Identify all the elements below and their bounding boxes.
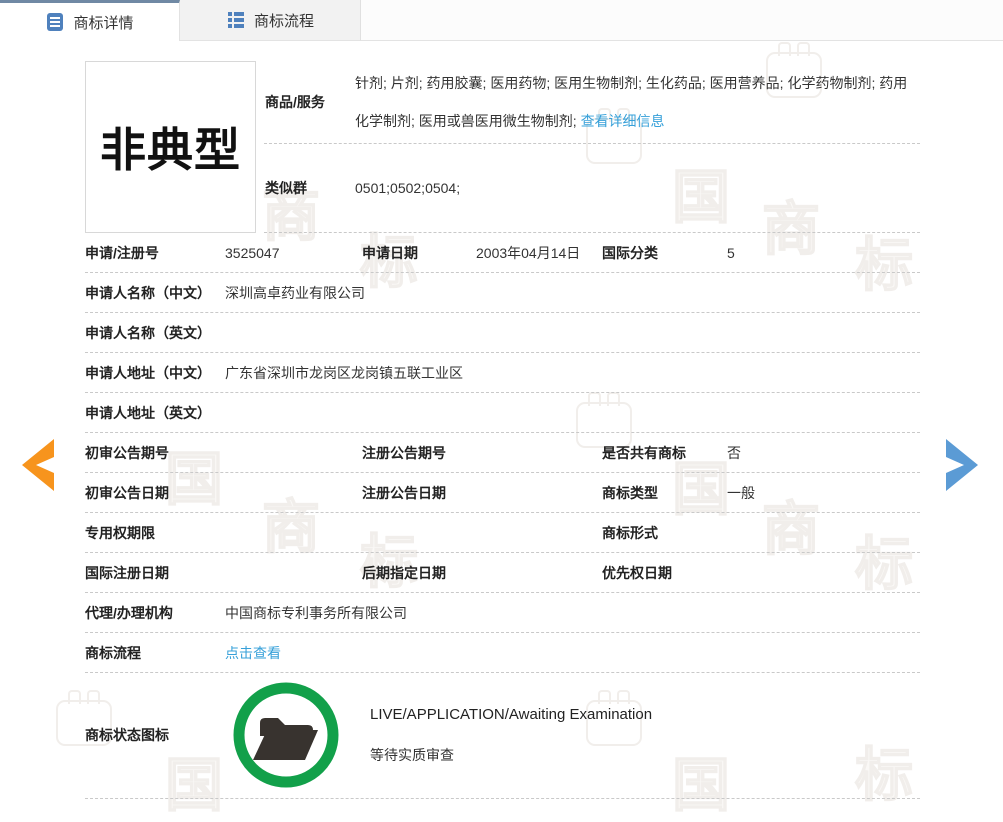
status-text-block: LIVE/APPLICATION/Awaiting Examination 等待… bbox=[370, 706, 652, 765]
field-label: 国际分类 bbox=[602, 243, 727, 263]
click-to-view-link[interactable]: 点击查看 bbox=[225, 643, 281, 663]
tab-trademark-detail[interactable]: 商标详情 bbox=[0, 0, 180, 41]
similar-group-row: 类似群 0501;0502;0504; bbox=[264, 144, 920, 233]
field-label: 初审公告日期 bbox=[85, 483, 225, 503]
trademark-image-text: 非典型 bbox=[100, 114, 241, 180]
tab-trademark-process[interactable]: 商标流程 bbox=[180, 0, 361, 41]
document-icon bbox=[45, 12, 65, 32]
field-value: 一般 bbox=[727, 483, 755, 503]
field-value: 3525047 bbox=[225, 245, 280, 261]
status-line-chinese: 等待实质审查 bbox=[370, 745, 652, 765]
trademark-status-folder-icon bbox=[230, 679, 342, 791]
table-row-exclusive-period: 专用权期限 商标形式 bbox=[85, 513, 920, 553]
tab-bar-filler bbox=[361, 0, 1003, 41]
goods-services-value: 针剂; 片剂; 药用胶囊; 医用药物; 医用生物制剂; 生化药品; 医用营养品;… bbox=[355, 64, 920, 140]
field-label: 申请人地址（英文） bbox=[85, 403, 225, 423]
tab-label: 商标详情 bbox=[73, 12, 133, 33]
table-row-registration: 申请/注册号 3525047 申请日期 2003年04月14日 国际分类 5 bbox=[85, 233, 920, 273]
field-label: 申请人名称（中文） bbox=[85, 283, 225, 303]
table-row-announcement-no: 初审公告期号 注册公告期号 是否共有商标 否 bbox=[85, 433, 920, 473]
field-value: 2003年04月14日 bbox=[476, 243, 580, 263]
field-label: 商标形式 bbox=[602, 523, 727, 543]
field-label: 优先权日期 bbox=[602, 563, 727, 583]
field-label: 商标流程 bbox=[85, 643, 225, 663]
field-label: 代理/办理机构 bbox=[85, 603, 225, 623]
previous-arrow-button[interactable] bbox=[18, 438, 56, 497]
field-value: 5 bbox=[727, 245, 735, 261]
field-label: 申请/注册号 bbox=[85, 243, 225, 263]
table-row-process: 商标流程 点击查看 bbox=[85, 633, 920, 673]
field-label: 申请人地址（中文） bbox=[85, 363, 225, 383]
field-value: 中国商标专利事务所有限公司 bbox=[225, 603, 407, 623]
field-label: 类似群 bbox=[265, 178, 355, 198]
trademark-image: 非典型 bbox=[85, 61, 256, 233]
field-value: 否 bbox=[727, 443, 741, 463]
tab-label: 商标流程 bbox=[254, 10, 314, 31]
goods-services-row: 商品/服务 针剂; 片剂; 药用胶囊; 医用药物; 医用生物制剂; 生化药品; … bbox=[264, 61, 920, 144]
view-details-link[interactable]: 查看详细信息 bbox=[581, 113, 665, 129]
field-label: 后期指定日期 bbox=[362, 563, 476, 583]
field-label: 申请日期 bbox=[362, 243, 476, 263]
field-label: 国际注册日期 bbox=[85, 563, 225, 583]
table-row-address-en: 申请人地址（英文） bbox=[85, 393, 920, 433]
tab-bar: 商标详情 商标流程 bbox=[0, 0, 1003, 41]
top-section: 非典型 商品/服务 针剂; 片剂; 药用胶囊; 医用药物; 医用生物制剂; 生化… bbox=[85, 61, 920, 233]
field-label: 申请人名称（英文） bbox=[85, 323, 225, 343]
field-label: 商标状态图标 bbox=[85, 725, 230, 745]
table-row-applicant-cn: 申请人名称（中文） 深圳高卓药业有限公司 bbox=[85, 273, 920, 313]
trademark-detail-panel: 非典型 商品/服务 针剂; 片剂; 药用胶囊; 医用药物; 医用生物制剂; 生化… bbox=[0, 41, 1003, 799]
table-row-announcement-date: 初审公告日期 注册公告日期 商标类型 一般 bbox=[85, 473, 920, 513]
list-icon bbox=[226, 10, 246, 30]
status-row: 商标状态图标 LIVE/APPLICATION/Awaiting Examina… bbox=[85, 673, 920, 799]
table-row-address-cn: 申请人地址（中文） 广东省深圳市龙岗区龙岗镇五联工业区 bbox=[85, 353, 920, 393]
table-row-applicant-en: 申请人名称（英文） bbox=[85, 313, 920, 353]
field-label: 初审公告期号 bbox=[85, 443, 225, 463]
field-value: 深圳高卓药业有限公司 bbox=[225, 283, 365, 303]
field-label: 商品/服务 bbox=[265, 92, 355, 112]
field-label: 商标类型 bbox=[602, 483, 727, 503]
top-right-fields: 商品/服务 针剂; 片剂; 药用胶囊; 医用药物; 医用生物制剂; 生化药品; … bbox=[264, 61, 920, 233]
similar-group-value: 0501;0502;0504; bbox=[355, 180, 460, 196]
table-row-international-dates: 国际注册日期 后期指定日期 优先权日期 bbox=[85, 553, 920, 593]
field-label: 注册公告期号 bbox=[362, 443, 476, 463]
next-arrow-button[interactable] bbox=[944, 438, 982, 497]
field-label: 注册公告日期 bbox=[362, 483, 476, 503]
table-row-agency: 代理/办理机构 中国商标专利事务所有限公司 bbox=[85, 593, 920, 633]
field-label: 是否共有商标 bbox=[602, 443, 727, 463]
field-label: 专用权期限 bbox=[85, 523, 225, 543]
status-line-english: LIVE/APPLICATION/Awaiting Examination bbox=[370, 706, 652, 723]
field-value: 广东省深圳市龙岗区龙岗镇五联工业区 bbox=[225, 363, 463, 383]
